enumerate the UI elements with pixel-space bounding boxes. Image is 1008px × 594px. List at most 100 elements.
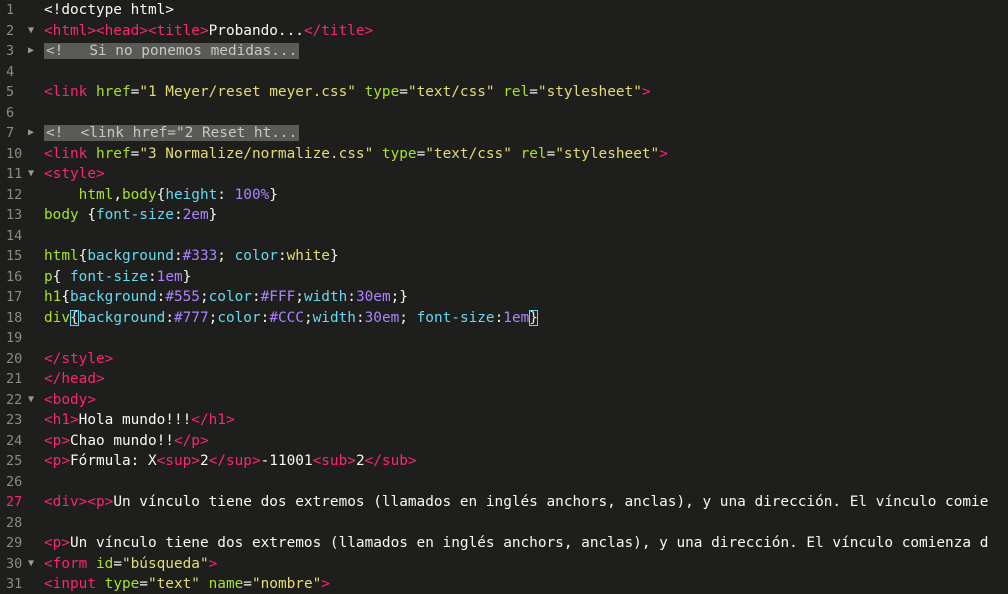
line-code: <link href="3 Normalize/normalize.css" t…: [44, 144, 668, 164]
code-line[interactable]: 12 html,body{height: 100%}: [0, 185, 1008, 205]
code-token: {: [52, 268, 70, 285]
fold-expanded-icon[interactable]: ▼: [28, 21, 40, 41]
code-line[interactable]: 19: [0, 328, 1008, 348]
code-line[interactable]: 30 ▼ <form id="búsqueda">: [0, 554, 1008, 574]
line-code: <div><p>Un vínculo tiene dos extremos (l…: [44, 492, 988, 512]
code-token: >: [659, 145, 668, 162]
fold-collapsed-icon[interactable]: ▶: [28, 123, 40, 143]
code-token: :: [260, 309, 270, 326]
code-token: </head>: [44, 371, 105, 387]
code-token: <p>: [44, 432, 70, 449]
code-token: :: [173, 248, 183, 264]
line-code: <h1>Hola mundo!!!</h1>: [44, 410, 235, 430]
code-token: rel: [520, 145, 547, 162]
code-line[interactable]: 27 <div><p>Un vínculo tiene dos extremos …: [0, 492, 1008, 512]
code-line[interactable]: 4: [0, 62, 1008, 82]
code-token: >: [208, 555, 218, 572]
code-line[interactable]: 1 <!doctype html>: [0, 0, 1008, 20]
folded-comment[interactable]: <! <link href="2 Reset ht...: [44, 125, 300, 141]
code-line[interactable]: 29 <p>Un vínculo tiene dos extremos (llam…: [0, 533, 1008, 553]
line-number: 25: [6, 453, 23, 469]
fold-expanded-icon[interactable]: ▼: [28, 390, 40, 410]
code-token: id: [95, 555, 114, 572]
code-token: ;}: [390, 289, 408, 305]
code-line[interactable]: 15 html{background:#333; color:white}: [0, 246, 1008, 266]
code-line[interactable]: 22 ▼ <body>: [0, 390, 1008, 410]
code-token: #CCC: [269, 309, 304, 326]
code-token: "text": [147, 576, 200, 592]
code-token: <h1>: [44, 412, 79, 428]
code-token: Chao mundo!!: [70, 432, 174, 449]
code-token: </title>: [303, 22, 374, 39]
code-token: ;: [199, 289, 209, 305]
code-line[interactable]: 24 <p>Chao mundo!!</p>: [0, 431, 1008, 451]
code-token: }: [182, 268, 192, 285]
code-line[interactable]: 10 <link href="3 Normalize/normalize.css"…: [0, 144, 1008, 164]
code-line[interactable]: 5 <link href="1 Meyer/reset meyer.css" ty…: [0, 82, 1008, 102]
code-line[interactable]: 11 ▼ <style>: [0, 164, 1008, 184]
line-number: 18: [6, 309, 23, 326]
code-token: -11001: [260, 453, 313, 469]
line-number: 12: [6, 186, 23, 203]
code-token: :: [173, 207, 183, 223]
code-token: }: [269, 186, 278, 203]
code-token: <html><head><title>: [44, 22, 209, 39]
code-token: <!doctype html>: [44, 2, 174, 18]
code-line[interactable]: 23 <h1>Hola mundo!!!</h1>: [0, 410, 1008, 430]
code-line[interactable]: 31 <input type="text" name="nombre">: [0, 574, 1008, 594]
code-line[interactable]: 28: [0, 513, 1008, 533]
code-token: font-size: [416, 309, 495, 326]
folded-comment[interactable]: <! Si no ponemos medidas...: [44, 43, 300, 59]
code-token: ;: [208, 309, 218, 326]
code-line[interactable]: 13 body {font-size:2em}: [0, 205, 1008, 225]
code-line[interactable]: 18 div{background:#777;color:#CCC;width:3…: [0, 308, 1008, 328]
code-token: Fórmula: X: [70, 453, 157, 469]
code-line[interactable]: 26: [0, 472, 1008, 492]
code-line[interactable]: 16 p{ font-size:1em}: [0, 267, 1008, 287]
code-line[interactable]: 3 ▶ <! Si no ponemos medidas...: [0, 41, 1008, 61]
code-token: <sub>: [312, 453, 356, 469]
code-token: 100%: [234, 186, 270, 203]
fold-collapsed-icon[interactable]: ▶: [28, 41, 40, 61]
code-token: <div><p>: [44, 494, 114, 510]
line-number: 10: [6, 145, 23, 162]
fold-expanded-icon[interactable]: ▼: [28, 554, 40, 574]
line-number: 20: [6, 350, 23, 367]
code-token: }: [529, 309, 538, 326]
line-code: html,body{height: 100%}: [44, 185, 278, 205]
code-token: white: [286, 248, 330, 264]
code-line[interactable]: 17 h1{background:#555;color:#FFF;width:30…: [0, 287, 1008, 307]
code-token: ;: [399, 309, 417, 326]
code-editor[interactable]: 1 <!doctype html> 2 ▼ <html><head><title>Pro…: [0, 0, 1008, 592]
code-line[interactable]: 25 <p>Fórmula: X<sup>2</sup>-11001<sub>2<…: [0, 451, 1008, 471]
code-token: :: [156, 289, 166, 305]
code-line[interactable]: 6: [0, 103, 1008, 123]
code-line[interactable]: 2 ▼ <html><head><title>Probando...</title>: [0, 21, 1008, 41]
code-token: <body>: [44, 391, 96, 408]
code-token: color: [208, 289, 252, 305]
fold-expanded-icon[interactable]: ▼: [28, 164, 40, 184]
code-token: :: [217, 186, 235, 203]
code-token: href: [95, 145, 131, 162]
line-code: <input type="text" name="nombre">: [44, 574, 330, 594]
code-token: p: [44, 268, 53, 285]
code-token: :: [494, 309, 504, 326]
code-token: Hola mundo!!!: [78, 412, 192, 428]
line-number: 6: [6, 104, 15, 121]
code-token: type: [364, 84, 400, 100]
code-line[interactable]: 20 </style>: [0, 349, 1008, 369]
code-line[interactable]: 7 ▶ <! <link href="2 Reset ht...: [0, 123, 1008, 143]
code-token: <form: [44, 555, 96, 572]
code-token: 1em: [503, 309, 530, 326]
code-line[interactable]: 14: [0, 226, 1008, 246]
line-code: <!doctype html>: [44, 0, 174, 20]
code-token: :: [147, 268, 157, 285]
code-token: html: [78, 186, 114, 203]
code-line[interactable]: 21 </head>: [0, 369, 1008, 389]
code-token: <p>: [44, 535, 70, 551]
code-token: :: [277, 248, 287, 264]
line-number: 17: [6, 289, 23, 305]
